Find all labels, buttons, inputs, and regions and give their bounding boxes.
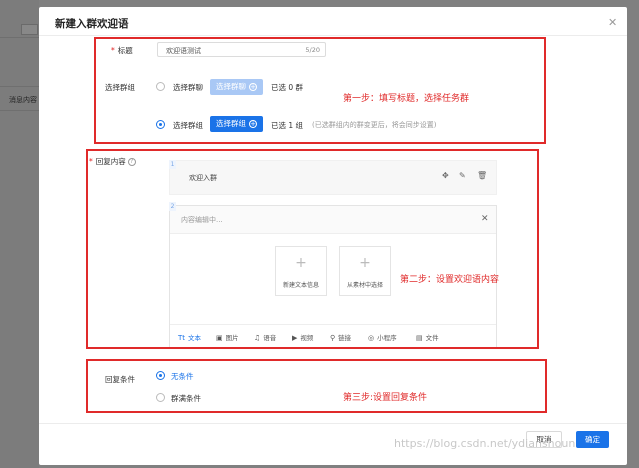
watermark: https://blog.csdn.net/ydianshoun — [394, 437, 576, 450]
modal-title: 新建入群欢迎语 — [55, 18, 129, 30]
ok-button[interactable]: 确定 — [576, 431, 609, 448]
background-divider — [0, 110, 39, 111]
annotation-box-step1 — [94, 37, 546, 144]
background-divider — [0, 86, 39, 87]
background-input — [21, 24, 38, 35]
annotation-box-step2 — [86, 149, 539, 349]
divider — [39, 423, 627, 424]
annotation-box-step3 — [86, 359, 547, 413]
divider — [39, 35, 627, 36]
annotation-step3: 第三步:设置回复条件 — [343, 393, 428, 403]
close-icon[interactable]: ✕ — [608, 16, 617, 29]
background-side-label: 消息内容 — [9, 96, 37, 104]
background-sidebar — [0, 0, 39, 468]
reply-card-number: 2 — [169, 202, 176, 211]
annotation-step1: 第一步：填写标题，选择任务群 — [343, 94, 470, 104]
annotation-step2: 第二步：设置欢迎语内容 — [400, 275, 500, 285]
